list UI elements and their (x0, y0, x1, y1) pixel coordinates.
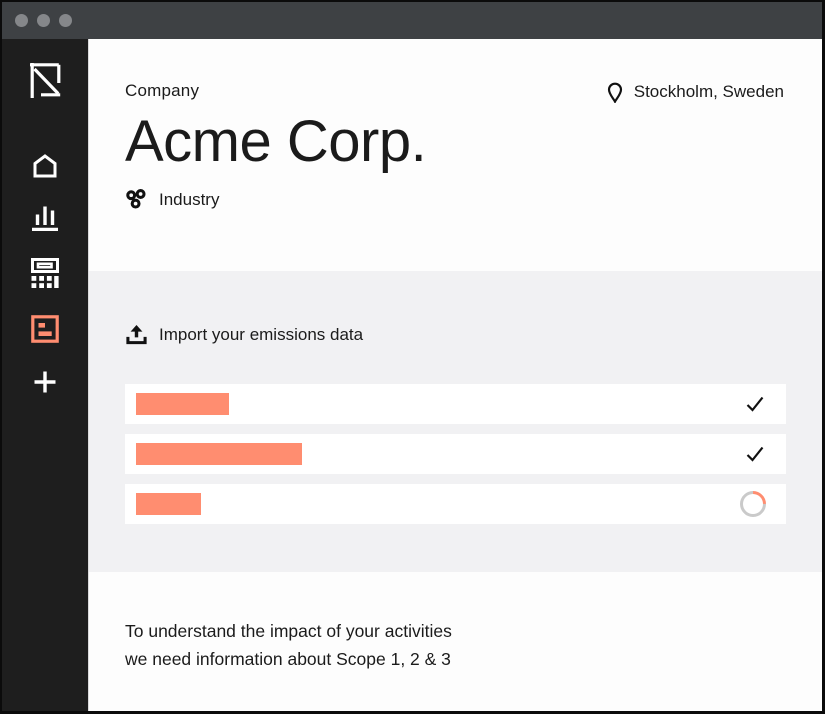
main-content: Company Stockholm, Sweden Acme Corp. Ind… (89, 39, 822, 711)
location: Stockholm, Sweden (605, 81, 784, 103)
bar-chart-icon (31, 205, 59, 231)
window-control-dot-3[interactable] (59, 14, 72, 27)
redacted-text-bar (136, 443, 302, 465)
footer-note: To understand the impact of your activit… (89, 572, 822, 711)
home-icon (32, 154, 58, 178)
footer-line-1: To understand the impact of your activit… (125, 617, 784, 645)
window-control-dot-1[interactable] (15, 14, 28, 27)
normative-logo[interactable] (30, 63, 61, 98)
industry-row: Industry (125, 189, 784, 212)
import-title: Import your emissions data (159, 325, 363, 345)
calculator-icon (31, 258, 59, 288)
import-row-3[interactable] (125, 484, 786, 524)
sidebar-item-home[interactable] (32, 154, 58, 178)
sidebar (2, 39, 89, 711)
import-section: Import your emissions data (89, 271, 822, 572)
check-icon (744, 394, 766, 414)
redacted-text-bar (136, 393, 229, 415)
sidebar-item-add[interactable] (33, 370, 57, 394)
location-text: Stockholm, Sweden (634, 82, 784, 102)
app-window: Company Stockholm, Sweden Acme Corp. Ind… (0, 0, 825, 714)
industry-icon (125, 189, 148, 212)
import-row-1[interactable] (125, 384, 786, 424)
import-rows (125, 384, 786, 524)
window-control-dot-2[interactable] (37, 14, 50, 27)
sidebar-item-analytics[interactable] (31, 205, 59, 231)
loading-spinner (735, 486, 772, 523)
sidebar-item-calculations[interactable] (31, 258, 59, 288)
titlebar (2, 2, 822, 39)
redacted-text-bar (136, 493, 201, 515)
industry-label: Industry (159, 190, 219, 210)
footer-line-2: we need information about Scope 1, 2 & 3 (125, 645, 784, 673)
import-row-2[interactable] (125, 434, 786, 474)
import-header: Import your emissions data (125, 324, 786, 345)
report-icon (31, 315, 59, 343)
check-icon (744, 444, 766, 464)
sidebar-item-reports[interactable] (31, 315, 59, 343)
upload-icon[interactable] (125, 324, 148, 345)
location-pin-icon (605, 81, 625, 103)
plus-icon (33, 370, 57, 394)
company-header: Company Stockholm, Sweden Acme Corp. Ind… (89, 39, 822, 271)
company-name: Acme Corp. (125, 110, 784, 174)
